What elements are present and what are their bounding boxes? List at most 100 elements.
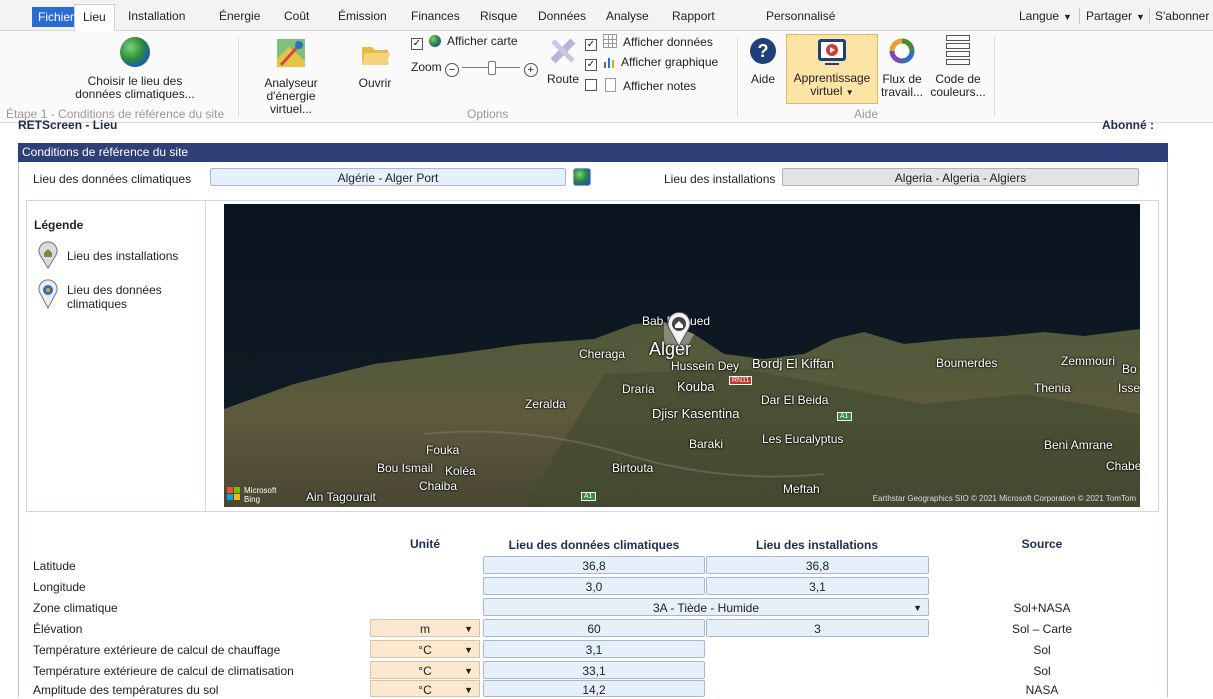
language-label: Langue bbox=[1019, 9, 1060, 23]
row-label-heating-design-temp: Température extérieure de calcul de chau… bbox=[33, 643, 281, 657]
checkbox-checked-icon: ✓ bbox=[585, 59, 597, 71]
latitude-facility-field[interactable]: 36,8 bbox=[706, 556, 929, 574]
globe-icon bbox=[429, 35, 442, 47]
climate-zone-select[interactable]: 3A - Tiède - Humide ▼ bbox=[483, 598, 929, 616]
bar-chart-icon bbox=[603, 56, 616, 68]
tab-personnalise[interactable]: Personnalisé bbox=[758, 6, 843, 27]
row-label-climate-zone: Zone climatique bbox=[33, 601, 118, 615]
map-label: Birtouta bbox=[612, 461, 654, 475]
tab-analyse[interactable]: Analyse bbox=[598, 6, 657, 27]
tab-finances[interactable]: Finances bbox=[403, 6, 468, 27]
road-badge: RN11 bbox=[729, 376, 753, 385]
tab-emission[interactable]: Émission bbox=[330, 6, 395, 27]
zoom-in-icon[interactable]: + bbox=[523, 63, 538, 77]
show-data-label: Afficher données bbox=[623, 35, 713, 49]
longitude-facility-field[interactable]: 3,1 bbox=[706, 577, 929, 595]
heating-temp-climate-field[interactable]: 3,1 bbox=[483, 640, 705, 658]
facility-map-marker-icon[interactable] bbox=[666, 311, 692, 347]
show-chart-toggle[interactable]: ✓ Afficher graphique bbox=[585, 55, 718, 71]
show-data-toggle[interactable]: ✓ Afficher données bbox=[585, 34, 713, 51]
brand-bing: Bing bbox=[244, 495, 261, 504]
show-map-toggle[interactable]: ✓ Afficher carte bbox=[411, 34, 518, 50]
tab-energie[interactable]: Énergie bbox=[211, 6, 268, 27]
page-header: RETScreen - Lieu Abonné : bbox=[18, 118, 1168, 142]
tab-lieu[interactable]: Lieu bbox=[74, 4, 115, 32]
caret-down-icon: ▼ bbox=[464, 624, 473, 634]
ground-temp-source: NASA bbox=[1025, 683, 1059, 697]
zoom-slider[interactable] bbox=[462, 61, 521, 75]
ground-temp-climate-field[interactable]: 14,2 bbox=[483, 680, 705, 697]
elevation-source: Sol – Carte bbox=[1011, 622, 1073, 636]
choose-climate-location-button[interactable]: Choisir le lieu des données climatiques.… bbox=[70, 35, 200, 101]
map-label: Djisr Kasentina bbox=[652, 406, 740, 421]
map-label: Bou Ismail bbox=[377, 461, 434, 475]
virtual-learning-button[interactable]: Apprentissage virtuel ▼ bbox=[786, 34, 878, 104]
show-notes-label: Afficher notes bbox=[623, 79, 697, 93]
road-badge: A1 bbox=[581, 492, 596, 501]
grid-icon bbox=[603, 34, 618, 48]
heating-temp-unit-select[interactable]: °C ▼ bbox=[370, 640, 480, 658]
facility-location-field[interactable]: Algeria - Algeria - Algiers bbox=[782, 168, 1139, 186]
tab-cout[interactable]: Coût bbox=[276, 6, 317, 27]
language-menu[interactable]: Langue ▼ bbox=[1019, 6, 1072, 26]
help-label: Aide bbox=[750, 72, 776, 86]
tab-donnees[interactable]: Données bbox=[530, 6, 594, 27]
caret-down-icon: ▼ bbox=[464, 685, 473, 695]
climate-zone-source: Sol+NASA bbox=[1013, 601, 1071, 615]
divider bbox=[238, 37, 239, 117]
cooling-temp-unit-select[interactable]: °C ▼ bbox=[370, 661, 480, 679]
satellite-map[interactable]: Bab El Oued Alger Cheraga Hussein Dey Bo… bbox=[224, 204, 1140, 507]
tab-fichier[interactable]: Fichier bbox=[32, 7, 81, 27]
elevation-climate-field[interactable]: 60 bbox=[483, 619, 705, 637]
road-badge: A1 bbox=[837, 412, 852, 421]
ribbon-tab-bar: Fichier Lieu Installation Énergie Coût É… bbox=[0, 0, 1213, 32]
show-map-label: Afficher carte bbox=[447, 34, 518, 48]
open-label: Ouvrir bbox=[358, 76, 392, 90]
tab-risque[interactable]: Risque bbox=[472, 6, 525, 27]
ribbon: Choisir le lieu des données climatiques.… bbox=[0, 31, 1213, 123]
climate-location-field[interactable]: Algérie - Alger Port bbox=[210, 168, 566, 186]
analyzer-label-2: d'énergie virtuel... bbox=[266, 89, 316, 116]
legend-facility-label: Lieu des installations bbox=[67, 249, 179, 263]
cooling-temp-climate-field[interactable]: 33,1 bbox=[483, 661, 705, 679]
checkbox-checked-icon: ✓ bbox=[411, 38, 423, 50]
map-label: Chaiba bbox=[419, 479, 458, 493]
map-label: Meftah bbox=[783, 482, 820, 496]
map-label: Les Eucalyptus bbox=[762, 432, 844, 446]
globe-icon[interactable] bbox=[573, 168, 591, 186]
latitude-climate-field[interactable]: 36,8 bbox=[483, 556, 705, 574]
facility-location-label: Lieu des installations bbox=[664, 172, 776, 186]
workflow-cycle-icon bbox=[889, 38, 915, 64]
elevation-facility-field[interactable]: 3 bbox=[706, 619, 929, 637]
tab-installation[interactable]: Installation bbox=[120, 6, 193, 27]
color-code-button[interactable]: Code de couleurs... bbox=[929, 35, 987, 99]
row-label-elevation: Élévation bbox=[33, 622, 83, 636]
workflow-button[interactable]: Flux de travail... bbox=[879, 35, 925, 99]
route-button[interactable]: Route bbox=[543, 35, 583, 86]
legend-climate-label-2: climatiques bbox=[67, 297, 128, 311]
unit-column-header: Unité bbox=[410, 537, 440, 551]
map-label: Kouba bbox=[677, 379, 715, 394]
caret-down-icon: ▼ bbox=[464, 666, 473, 676]
subscribe-link[interactable]: S'abonner bbox=[1155, 6, 1209, 26]
tab-rapport[interactable]: Rapport bbox=[664, 6, 723, 27]
virtual-energy-analyzer-button[interactable]: Analyseur d'énergie virtuel... bbox=[244, 35, 338, 116]
zoom-out-icon[interactable]: − bbox=[445, 63, 460, 77]
globe-icon bbox=[120, 37, 150, 67]
ground-temp-unit-select[interactable]: °C ▼ bbox=[370, 680, 480, 697]
show-notes-toggle[interactable]: Afficher notes bbox=[585, 78, 696, 93]
help-button[interactable]: ? Aide bbox=[744, 35, 782, 86]
climate-zone-value: 3A - Tiède - Humide bbox=[652, 601, 760, 615]
share-menu[interactable]: Partager ▼ bbox=[1086, 6, 1145, 26]
virtual-learning-label-2: virtuel bbox=[810, 84, 843, 98]
map-label: Thenia bbox=[1034, 381, 1071, 395]
elevation-unit-select[interactable]: m ▼ bbox=[370, 619, 480, 637]
longitude-climate-field[interactable]: 3,0 bbox=[483, 577, 705, 595]
slider-thumb-icon[interactable] bbox=[488, 61, 497, 75]
page-title: RETScreen - Lieu bbox=[18, 118, 118, 132]
row-label-cooling-design-temp: Température extérieure de calcul de clim… bbox=[33, 664, 294, 678]
caret-down-icon: ▼ bbox=[845, 88, 854, 97]
map-label: Fouka bbox=[426, 443, 460, 457]
caret-down-icon: ▼ bbox=[1136, 12, 1145, 22]
open-button[interactable]: Ouvrir bbox=[350, 35, 400, 90]
